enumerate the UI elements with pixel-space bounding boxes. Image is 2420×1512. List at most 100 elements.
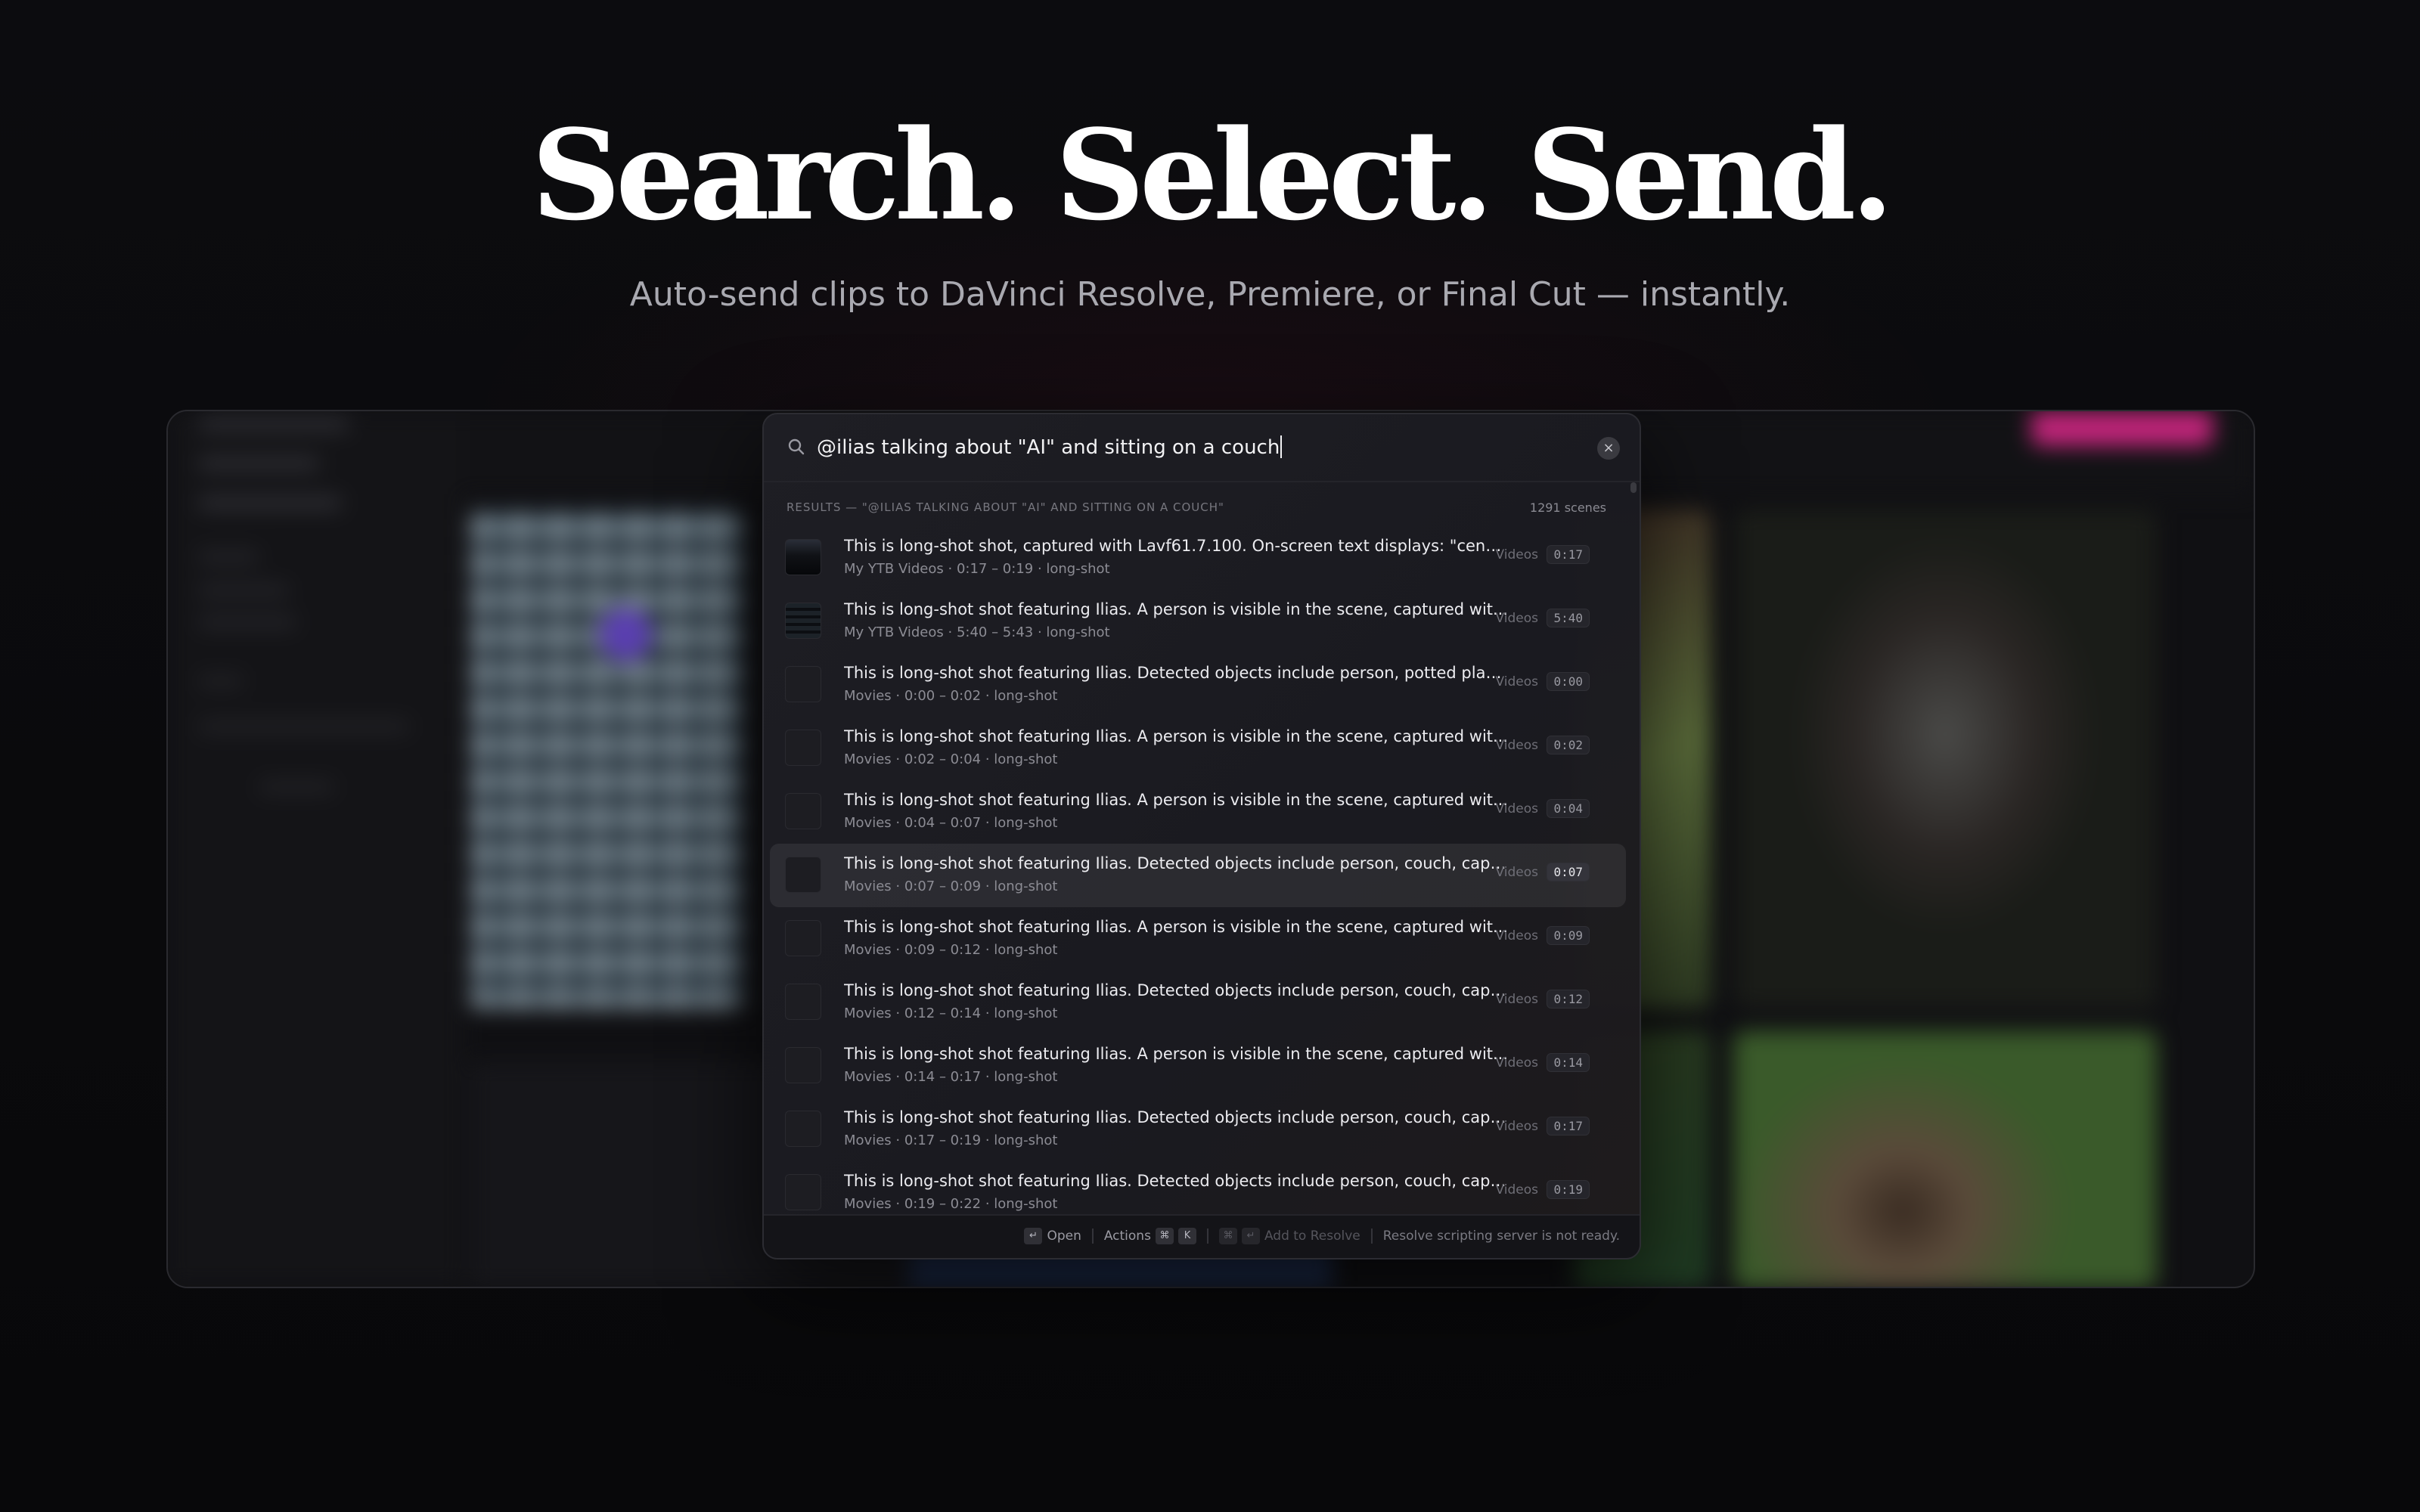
- divider: [1206, 1228, 1208, 1244]
- result-meta: Movies · 0:14 – 0:17 · long-shot: [844, 1069, 1058, 1085]
- result-timestamp-badge: 0:02: [1547, 736, 1590, 754]
- add-to-resolve-label: Add to Resolve: [1264, 1228, 1360, 1244]
- app-sidebar: [168, 411, 463, 1287]
- clear-search-button[interactable]: ×: [1597, 437, 1620, 460]
- hero-subtitle: Auto-send clips to DaVinci Resolve, Prem…: [629, 275, 1791, 314]
- result-source: Videos: [1495, 611, 1539, 626]
- result-timestamp-badge: 0:04: [1547, 799, 1590, 818]
- result-thumbnail: [785, 1111, 821, 1147]
- result-meta: Movies · 0:04 – 0:07 · long-shot: [844, 815, 1058, 831]
- result-row[interactable]: This is long-shot shot featuring Ilias. …: [770, 1098, 1626, 1161]
- results-label: RESULTS — "@ILIAS TALKING ABOUT "AI" AND…: [786, 500, 1224, 514]
- result-row[interactable]: This is long-shot shot featuring Ilias. …: [770, 907, 1626, 971]
- result-timestamp-badge: 0:17: [1547, 1117, 1590, 1136]
- search-icon: [788, 438, 805, 455]
- result-timestamp-badge: 0:07: [1547, 863, 1590, 881]
- result-thumbnail: [785, 603, 821, 639]
- result-title: This is long-shot shot featuring Ilias. …: [844, 600, 1509, 618]
- result-meta: Movies · 0:17 – 0:19 · long-shot: [844, 1132, 1058, 1148]
- results-list: This is long-shot shot, captured with La…: [770, 526, 1626, 1225]
- result-timestamp-badge: 0:14: [1547, 1053, 1590, 1072]
- enter-key-hint: ↵: [1024, 1228, 1043, 1244]
- result-timestamp-badge: 0:12: [1547, 990, 1590, 1009]
- k-key-hint: K: [1177, 1228, 1196, 1244]
- thumbnail-grid-overlay: [470, 510, 743, 1009]
- result-source: Videos: [1495, 1182, 1539, 1198]
- pink-action-button: [2031, 411, 2213, 446]
- result-row[interactable]: This is long-shot shot featuring Ilias. …: [770, 653, 1626, 717]
- result-meta: My YTB Videos · 0:17 – 0:19 · long-shot: [844, 561, 1110, 577]
- search-input[interactable]: @ilias talking about "AI" and sitting on…: [817, 428, 1558, 467]
- resolve-status-text: Resolve scripting server is not ready.: [1382, 1228, 1620, 1244]
- result-thumbnail: [785, 1047, 821, 1083]
- result-thumbnail: [785, 539, 821, 575]
- command-key-hint: ⌘: [1155, 1228, 1174, 1244]
- result-row[interactable]: This is long-shot shot, captured with La…: [770, 526, 1626, 590]
- result-source: Videos: [1495, 865, 1539, 880]
- result-timestamp-badge: 0:19: [1547, 1180, 1590, 1199]
- result-title: This is long-shot shot featuring Ilias. …: [844, 1045, 1509, 1063]
- result-source: Videos: [1495, 801, 1539, 816]
- result-meta: Movies · 0:02 – 0:04 · long-shot: [844, 751, 1058, 767]
- result-meta: Movies · 0:07 – 0:09 · long-shot: [844, 878, 1058, 894]
- thumbnail-highlight: [599, 608, 652, 661]
- text-caret: [1280, 435, 1283, 458]
- result-source: Videos: [1495, 1055, 1539, 1070]
- actions-label: Actions: [1103, 1228, 1151, 1244]
- result-source: Videos: [1495, 738, 1539, 753]
- result-meta: Movies · 0:09 – 0:12 · long-shot: [844, 942, 1058, 958]
- result-title: This is long-shot shot featuring Ilias. …: [844, 981, 1509, 999]
- result-timestamp-badge: 0:00: [1547, 672, 1590, 691]
- result-thumbnail: [785, 1174, 821, 1210]
- result-row[interactable]: This is long-shot shot featuring Ilias. …: [770, 590, 1626, 653]
- result-meta: My YTB Videos · 5:40 – 5:43 · long-shot: [844, 624, 1110, 640]
- result-row[interactable]: This is long-shot shot featuring Ilias. …: [770, 780, 1626, 844]
- results-header: RESULTS — "@ILIAS TALKING ABOUT "AI" AND…: [786, 500, 1606, 519]
- result-title: This is long-shot shot featuring Ilias. …: [844, 791, 1509, 809]
- result-thumbnail: [785, 920, 821, 956]
- result-title: This is long-shot shot featuring Ilias. …: [844, 1172, 1509, 1190]
- result-thumbnail: [785, 984, 821, 1020]
- results-count: 1291 scenes: [1529, 500, 1606, 515]
- divider: [1370, 1228, 1373, 1244]
- result-row[interactable]: This is long-shot shot featuring Ilias. …: [770, 717, 1626, 780]
- page: Search. Select. Send. Auto-send clips to…: [0, 0, 2420, 1512]
- command-key-hint: ⌘: [1218, 1228, 1237, 1244]
- result-title: This is long-shot shot featuring Ilias. …: [844, 727, 1509, 745]
- result-meta: Movies · 0:00 – 0:02 · long-shot: [844, 688, 1058, 704]
- result-source: Videos: [1495, 992, 1539, 1007]
- result-row[interactable]: This is long-shot shot featuring Ilias. …: [770, 1034, 1626, 1098]
- open-action[interactable]: ↵ Open: [1024, 1228, 1081, 1244]
- result-meta: Movies · 0:19 – 0:22 · long-shot: [844, 1196, 1058, 1212]
- result-title: This is long-shot shot featuring Ilias. …: [844, 1108, 1509, 1126]
- result-source: Videos: [1495, 547, 1539, 562]
- result-timestamp-badge: 0:17: [1547, 545, 1590, 564]
- result-meta: Movies · 0:12 – 0:14 · long-shot: [844, 1005, 1058, 1021]
- result-row[interactable]: This is long-shot shot featuring Ilias. …: [770, 971, 1626, 1034]
- result-thumbnail: [785, 730, 821, 766]
- result-thumbnail: [785, 857, 821, 893]
- result-title: This is long-shot shot, captured with La…: [844, 537, 1509, 555]
- open-label: Open: [1047, 1228, 1081, 1244]
- search-input-text: @ilias talking about "AI" and sitting on…: [817, 436, 1280, 459]
- scrollbar[interactable]: [1630, 482, 1637, 493]
- palette-footer: ↵ Open Actions ⌘ K ⌘ ↵ Add to Resolve Re…: [764, 1214, 1640, 1258]
- result-source: Videos: [1495, 928, 1539, 943]
- result-title: This is long-shot shot featuring Ilias. …: [844, 854, 1509, 872]
- result-row[interactable]: This is long-shot shot featuring Ilias. …: [770, 844, 1626, 907]
- divider: [1091, 1228, 1094, 1244]
- enter-key-hint: ↵: [1241, 1228, 1260, 1244]
- result-thumbnail: [785, 666, 821, 702]
- result-timestamp-badge: 0:09: [1547, 926, 1590, 945]
- add-to-resolve-action[interactable]: ⌘ ↵ Add to Resolve: [1218, 1228, 1360, 1244]
- result-title: This is long-shot shot featuring Ilias. …: [844, 664, 1509, 682]
- search-bar: @ilias talking about "AI" and sitting on…: [764, 414, 1640, 482]
- result-title: This is long-shot shot featuring Ilias. …: [844, 918, 1509, 936]
- actions-menu[interactable]: Actions ⌘ K: [1104, 1228, 1196, 1244]
- hero-title: Search. Select. Send.: [531, 102, 1894, 248]
- video-frame: [1733, 1031, 2157, 1287]
- result-source: Videos: [1495, 1119, 1539, 1134]
- command-palette: @ilias talking about "AI" and sitting on…: [762, 413, 1641, 1259]
- result-timestamp-badge: 5:40: [1547, 609, 1590, 627]
- result-source: Videos: [1495, 674, 1539, 689]
